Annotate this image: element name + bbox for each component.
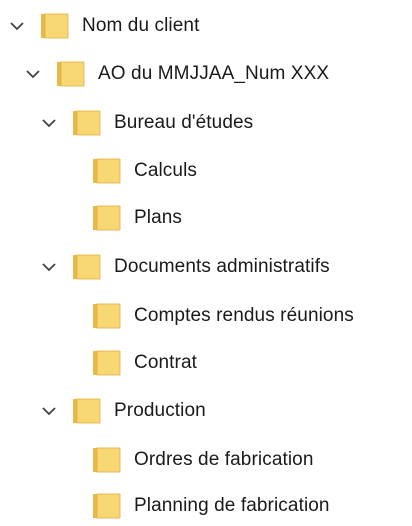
tree-item-label: Comptes rendus réunions xyxy=(134,305,354,326)
tree-item-label: Nom du client xyxy=(82,15,200,36)
chevron-down-icon[interactable] xyxy=(8,17,26,35)
folder-icon xyxy=(92,158,122,184)
folder-tree: Nom du client AO du MMJJAA_Num XXX Burea… xyxy=(0,0,412,520)
tree-item-nom-du-client[interactable]: Nom du client xyxy=(8,6,199,46)
tree-item-label: Planning de fabrication xyxy=(134,495,330,516)
tree-item-documents-administratifs[interactable]: Documents administratifs xyxy=(40,247,330,287)
tree-item-contrat[interactable]: Contrat xyxy=(92,343,197,383)
tree-item-label: Plans xyxy=(134,207,183,228)
chevron-down-icon[interactable] xyxy=(40,402,58,420)
tree-item-label: Documents administratifs xyxy=(114,256,330,277)
folder-icon xyxy=(92,205,122,231)
tree-item-label: Ordres de fabrication xyxy=(134,449,314,470)
tree-item-label: Calculs xyxy=(134,160,197,181)
folder-icon xyxy=(92,303,122,329)
chevron-down-icon[interactable] xyxy=(40,114,58,132)
tree-item-label: Production xyxy=(114,400,206,421)
folder-icon xyxy=(72,254,102,280)
tree-item-ao[interactable]: AO du MMJJAA_Num XXX xyxy=(24,54,329,94)
folder-icon xyxy=(56,61,86,87)
folder-icon xyxy=(92,493,122,519)
tree-item-label: Contrat xyxy=(134,352,198,373)
tree-item-production[interactable]: Production xyxy=(40,391,206,431)
tree-item-label: AO du MMJJAA_Num XXX xyxy=(98,63,330,84)
folder-icon xyxy=(40,13,70,39)
tree-item-planning-fabrication[interactable]: Planning de fabrication xyxy=(92,486,330,526)
chevron-down-icon[interactable] xyxy=(24,65,42,83)
tree-item-comptes-rendus[interactable]: Comptes rendus réunions xyxy=(92,296,354,336)
folder-icon xyxy=(72,110,102,136)
tree-item-calculs[interactable]: Calculs xyxy=(92,151,197,191)
folder-icon xyxy=(72,398,102,424)
chevron-down-icon[interactable] xyxy=(40,258,58,276)
tree-item-plans[interactable]: Plans xyxy=(92,198,182,238)
tree-item-ordres-fabrication[interactable]: Ordres de fabrication xyxy=(92,440,314,480)
folder-icon xyxy=(92,447,122,473)
tree-item-label: Bureau d'études xyxy=(114,112,254,133)
folder-icon xyxy=(92,350,122,376)
tree-item-bureau-etudes[interactable]: Bureau d'études xyxy=(40,103,253,143)
